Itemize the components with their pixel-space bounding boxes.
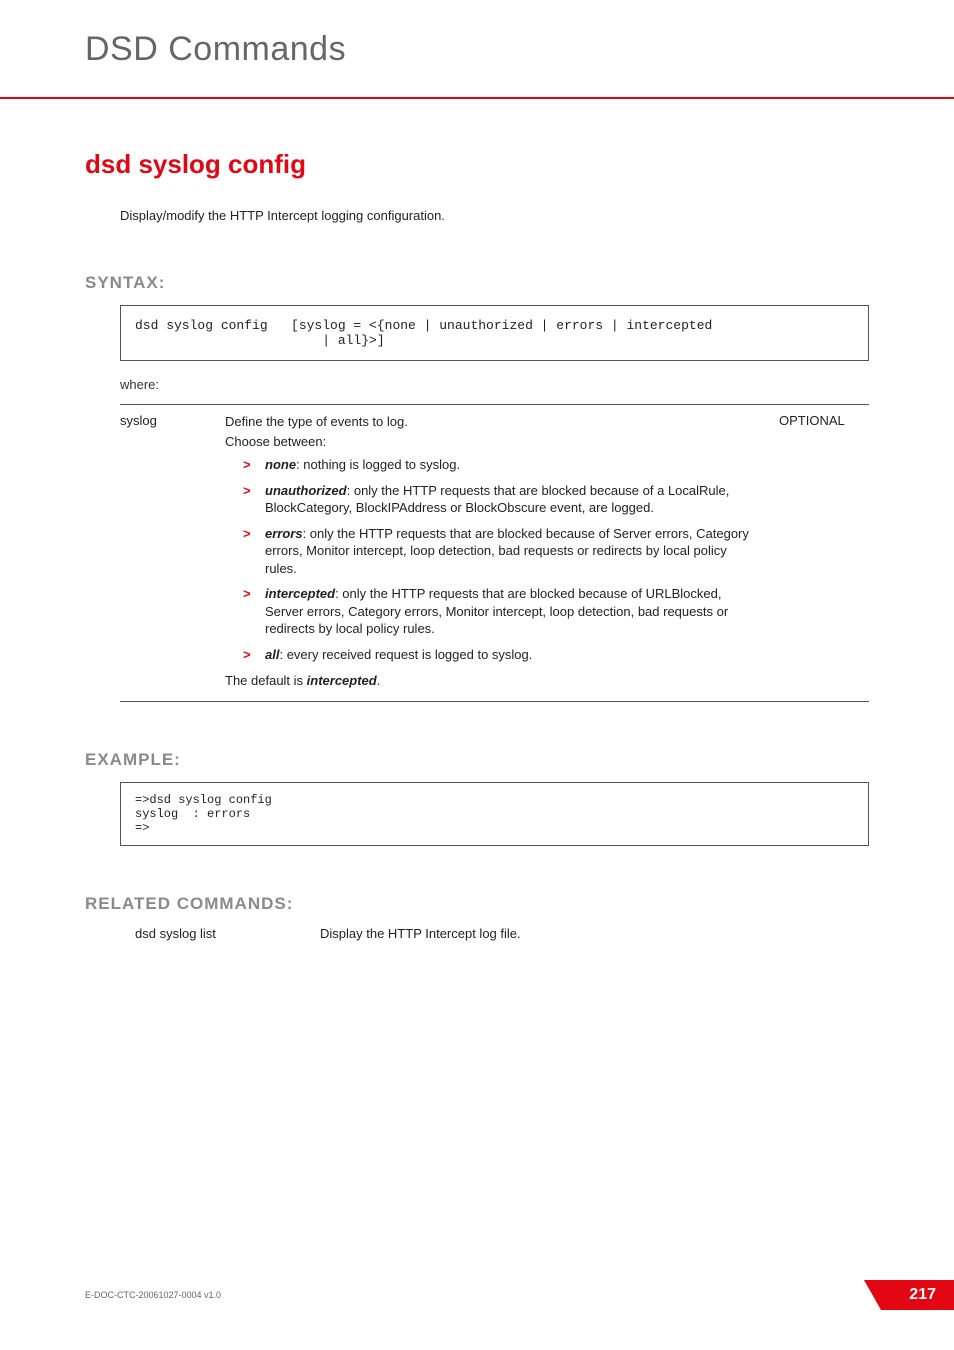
page-number-badge: 217 xyxy=(881,1280,954,1310)
syntax-heading: SYNTAX: xyxy=(85,273,869,293)
list-item: all: every received request is logged to… xyxy=(243,646,759,664)
page-footer: E-DOC-CTC-20061027-0004 v1.0 217 xyxy=(85,1280,954,1310)
option-term: intercepted xyxy=(265,586,335,601)
param-leadin-2: Choose between: xyxy=(225,433,759,451)
option-rest: : only the HTTP requests that are blocke… xyxy=(265,586,728,636)
chapter-title: DSD Commands xyxy=(85,30,869,69)
param-leadin-1: Define the type of events to log. xyxy=(225,413,759,431)
related-command-desc: Display the HTTP Intercept log file. xyxy=(320,926,869,941)
param-optional: OPTIONAL xyxy=(779,413,869,691)
related-heading: RELATED COMMANDS: xyxy=(85,894,869,914)
option-rest: : every received request is logged to sy… xyxy=(279,647,532,662)
command-title: dsd syslog config xyxy=(85,149,869,180)
doc-id: E-DOC-CTC-20061027-0004 v1.0 xyxy=(85,1290,221,1300)
param-name: syslog xyxy=(120,413,225,691)
list-item: intercepted: only the HTTP requests that… xyxy=(243,585,759,638)
option-rest: : nothing is logged to syslog. xyxy=(296,457,460,472)
where-label: where: xyxy=(120,377,869,392)
syntax-code: dsd syslog config [syslog = <{none | una… xyxy=(120,305,869,361)
param-option-list: none: nothing is logged to syslog. unaut… xyxy=(243,456,759,663)
param-default: The default is intercepted. xyxy=(225,672,759,690)
option-term: all xyxy=(265,647,279,662)
default-prefix: The default is xyxy=(225,673,307,688)
list-item: unauthorized: only the HTTP requests tha… xyxy=(243,482,759,517)
related-row: dsd syslog list Display the HTTP Interce… xyxy=(135,926,869,941)
param-description: Define the type of events to log. Choose… xyxy=(225,413,779,691)
example-heading: EXAMPLE: xyxy=(85,750,869,770)
option-rest: : only the HTTP requests that are blocke… xyxy=(265,526,749,576)
option-term: unauthorized xyxy=(265,483,347,498)
example-code: =>dsd syslog config syslog : errors => xyxy=(120,782,869,846)
option-term: none xyxy=(265,457,296,472)
divider-red xyxy=(0,97,954,99)
option-term: errors xyxy=(265,526,303,541)
list-item: errors: only the HTTP requests that are … xyxy=(243,525,759,578)
default-suffix: . xyxy=(377,673,381,688)
default-value: intercepted xyxy=(307,673,377,688)
related-command-name: dsd syslog list xyxy=(135,926,320,941)
parameter-row: syslog Define the type of events to log.… xyxy=(120,404,869,702)
command-intro: Display/modify the HTTP Intercept loggin… xyxy=(120,208,869,223)
list-item: none: nothing is logged to syslog. xyxy=(243,456,759,474)
